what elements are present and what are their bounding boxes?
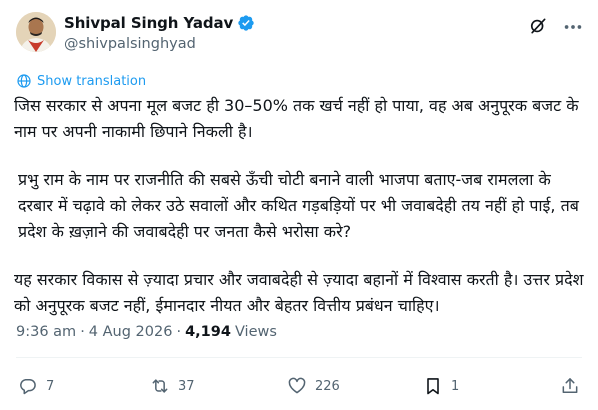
tweet-paragraph-3: यह सरकार विकास से ज़्यादा प्रचार और जवाब…	[14, 270, 584, 315]
like-button[interactable]: 226	[287, 372, 340, 400]
tweet-time[interactable]: 9:36 am	[16, 324, 76, 340]
tweet-paragraph-2: प्रभु राम के नाम पर राजनीति की सबसे ऊँची…	[18, 170, 579, 241]
tweet-metadata: 9:36 am · 4 Aug 2026 · 4,194 Views	[16, 324, 277, 340]
actions-divider	[16, 357, 582, 358]
author-names: Shivpal Singh Yadav @shivpalsinghyad	[64, 12, 255, 52]
more-icon[interactable]	[562, 16, 584, 38]
repost-icon	[152, 379, 168, 393]
verified-badge-icon[interactable]	[237, 14, 255, 32]
show-translation-label: Show translation	[37, 73, 147, 89]
share-button[interactable]	[560, 372, 580, 400]
translate-globe-icon	[17, 74, 31, 88]
tweet-header: Shivpal Singh Yadav @shivpalsinghyad	[16, 12, 586, 58]
meta-separator: ·	[80, 324, 85, 340]
author-display-name[interactable]: Shivpal Singh Yadav	[64, 14, 233, 32]
views-count[interactable]: 4,194	[185, 324, 231, 340]
like-count: 226	[315, 378, 340, 394]
reply-icon	[20, 379, 36, 395]
repost-button[interactable]: 37	[150, 372, 195, 400]
tweet-paragraph-1: जिस सरकार से अपना मूल बजट ही 30–50% तक ख…	[14, 96, 579, 141]
bookmark-count: 1	[451, 378, 460, 394]
reply-count: 7	[46, 378, 55, 394]
tweet-text: जिस सरकार से अपना मूल बजट ही 30–50% तक ख…	[14, 93, 588, 319]
grok-icon[interactable]	[528, 16, 548, 36]
bookmark-icon	[427, 378, 439, 395]
tweet-actions: 7 37 226 1	[16, 372, 582, 402]
views-label: Views	[234, 324, 277, 340]
tweet-date[interactable]: 4 Aug 2026	[89, 324, 173, 340]
author-handle[interactable]: @shivpalsinghyad	[64, 36, 255, 52]
show-translation-link[interactable]: Show translation	[16, 72, 146, 90]
bookmark-button[interactable]: 1	[423, 372, 459, 400]
tweet-card: Shivpal Singh Yadav @shivpalsinghyad Sho…	[0, 0, 598, 410]
share-icon	[562, 378, 578, 393]
reply-button[interactable]: 7	[18, 372, 54, 400]
like-icon	[288, 377, 306, 394]
avatar[interactable]	[16, 12, 56, 52]
meta-separator-2: ·	[176, 324, 182, 340]
repost-count: 37	[178, 378, 195, 394]
